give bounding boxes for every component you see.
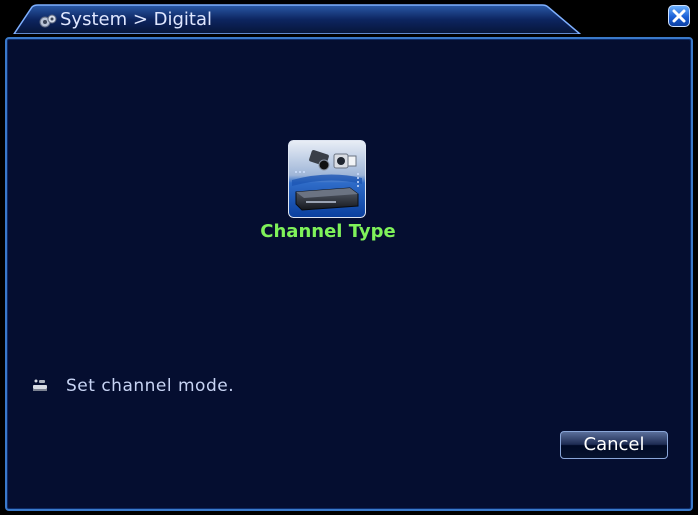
channel-type-button[interactable] [288, 140, 366, 218]
window-title: System > Digital [60, 9, 213, 30]
gear-icon [38, 13, 58, 29]
hint-text: Set channel mode. [66, 376, 235, 396]
close-icon [672, 9, 686, 23]
camera-dvr-icon [288, 140, 366, 218]
digital-settings-window: System > Digital Channel Type Set channe… [0, 0, 698, 515]
channel-type-label[interactable]: Channel Type [220, 220, 436, 244]
cancel-button[interactable]: Cancel [560, 431, 668, 459]
title-bar: System > Digital [12, 4, 582, 34]
close-button[interactable] [668, 5, 690, 27]
info-icon [31, 378, 51, 394]
